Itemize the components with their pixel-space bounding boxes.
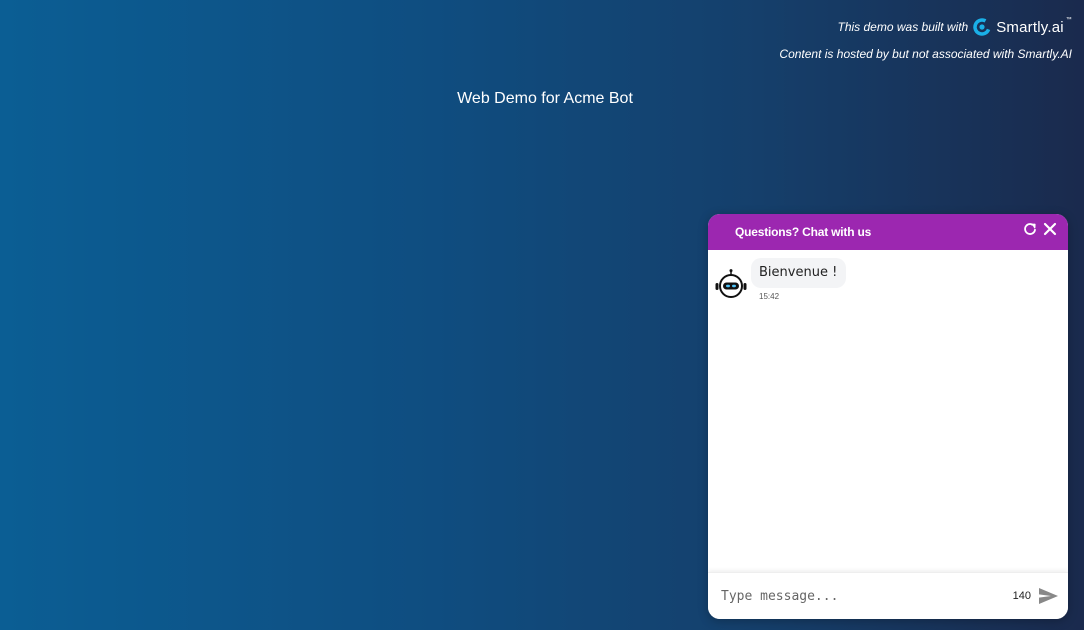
brand-name: Smartly.ai xyxy=(996,18,1064,36)
built-with-line: This demo was built with Smartly.ai ™ xyxy=(779,16,1072,38)
message-list: Bienvenue ! 15:42 xyxy=(708,250,1068,573)
message-timestamp: 15:42 xyxy=(759,292,780,301)
chat-header-title: Questions? Chat with us xyxy=(735,225,872,239)
chat-header: Questions? Chat with us xyxy=(708,214,1068,250)
chat-widget: Questions? Chat with us Bienvenue ! 15:4… xyxy=(708,214,1068,619)
attribution: This demo was built with Smartly.ai ™ Co… xyxy=(779,16,1072,60)
page-title: Web Demo for Acme Bot xyxy=(457,90,633,107)
robot-icon xyxy=(715,269,747,298)
close-icon xyxy=(1043,222,1057,236)
character-counter: 140 xyxy=(1012,590,1031,602)
refresh-icon xyxy=(1024,223,1036,235)
message-composer: 140 xyxy=(708,572,1068,619)
send-icon xyxy=(1039,588,1058,604)
chat-header-actions xyxy=(1022,221,1058,237)
message-bubble: Bienvenue ! xyxy=(751,258,847,288)
smartly-brand-link[interactable]: Smartly.ai ™ xyxy=(972,17,1072,37)
refresh-button[interactable] xyxy=(1022,221,1038,237)
send-button[interactable] xyxy=(1037,585,1059,607)
hosted-notice: Content is hosted by but not associated … xyxy=(779,47,1072,61)
smartly-logo-icon xyxy=(973,18,991,36)
brand-trademark: ™ xyxy=(1065,17,1072,23)
built-with-text: This demo was built with xyxy=(837,20,969,34)
bot-message: Bienvenue ! 15:42 xyxy=(714,258,847,302)
message-input[interactable] xyxy=(719,580,1013,612)
close-button[interactable] xyxy=(1042,221,1058,237)
message-content: Bienvenue ! 15:42 xyxy=(751,258,847,301)
